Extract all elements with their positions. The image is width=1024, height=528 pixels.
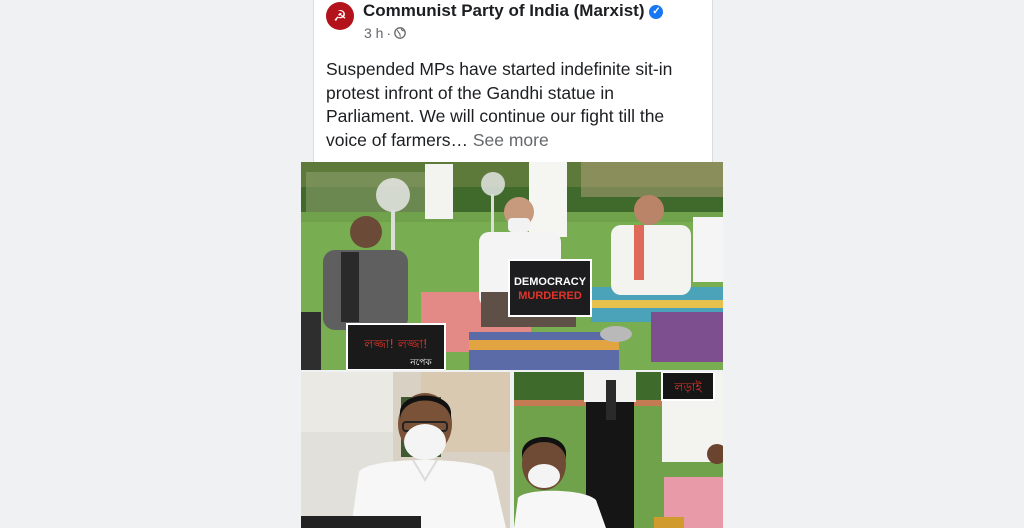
post-photo-left[interactable] bbox=[301, 372, 510, 528]
post-meta: 3 h · bbox=[364, 25, 406, 41]
meta-separator: · bbox=[386, 25, 392, 41]
post-photo-main[interactable]: DEMOCRACY MURDERED লজ্জা! লজ্জা! নপেক bbox=[301, 162, 723, 370]
protest-photo-right: লড়াই bbox=[514, 372, 723, 528]
page-name: Communist Party of India (Marxist) bbox=[363, 1, 645, 20]
right-placard-text: লড়াই bbox=[673, 380, 702, 394]
hammer-sickle-icon: ☭ bbox=[333, 7, 347, 25]
front-placard-text: লজ্জা! লজ্জা! bbox=[363, 337, 427, 351]
front-placard-subtext: নপেক bbox=[409, 358, 432, 368]
protest-photo-left bbox=[301, 372, 510, 528]
post-photo-right[interactable]: লড়াই bbox=[514, 372, 723, 528]
page-avatar[interactable]: ☭ bbox=[326, 2, 354, 30]
placard-line-1: DEMOCRACY bbox=[514, 276, 587, 288]
placard-line-2: MURDERED bbox=[518, 290, 582, 302]
see-more-link[interactable]: See more bbox=[473, 130, 549, 150]
verified-badge-icon: ✓ bbox=[649, 5, 664, 19]
post-text: Suspended MPs have started indefinite si… bbox=[326, 58, 706, 152]
facebook-post-header: ☭ Communist Party of India (Marxist) ✓ 3 … bbox=[313, 0, 713, 162]
page-name-link[interactable]: Communist Party of India (Marxist) ✓ bbox=[363, 1, 664, 21]
protest-photo-main: DEMOCRACY MURDERED লজ্জা! লজ্জা! নপেক bbox=[301, 162, 723, 370]
post-timestamp[interactable]: 3 h bbox=[364, 25, 383, 41]
globe-icon bbox=[394, 27, 406, 39]
